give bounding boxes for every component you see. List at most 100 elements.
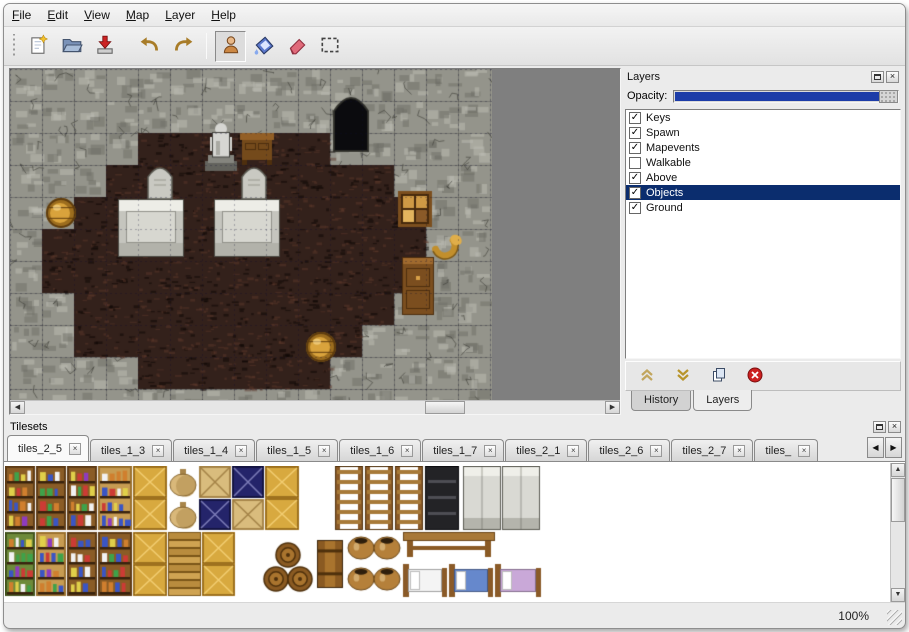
tileset-vscrollbar-thumb[interactable] bbox=[891, 478, 905, 522]
toolbar-grip[interactable] bbox=[12, 34, 16, 58]
float-icon bbox=[874, 74, 881, 80]
tileset-tab-tiles_1_4[interactable]: tiles_1_4× bbox=[173, 439, 255, 461]
tab-close-icon[interactable]: × bbox=[401, 445, 413, 457]
tileset-tab-label: tiles_1_6 bbox=[350, 445, 394, 457]
opacity-slider-handle[interactable] bbox=[879, 90, 898, 103]
tab-close-icon[interactable]: × bbox=[484, 445, 496, 457]
rect-select-tool-button[interactable] bbox=[314, 31, 345, 62]
layer-row-objects[interactable]: ✓Objects bbox=[626, 185, 900, 200]
layers-panel-float-button[interactable] bbox=[871, 71, 884, 83]
layer-row-walkable[interactable]: Walkable bbox=[626, 155, 900, 170]
scroll-right-arrow[interactable]: ▶ bbox=[605, 401, 620, 414]
layer-visibility-checkbox[interactable]: ✓ bbox=[629, 142, 641, 154]
map-canvas[interactable] bbox=[10, 69, 492, 401]
undo-button[interactable] bbox=[134, 31, 165, 62]
app-window: File Edit View Map Layer Help bbox=[3, 3, 906, 629]
tab-close-icon[interactable]: × bbox=[650, 445, 662, 457]
scroll-down-arrow[interactable]: ▼ bbox=[891, 588, 905, 602]
menu-file[interactable]: File bbox=[12, 8, 31, 22]
tileset-vscrollbar[interactable]: ▲ ▼ bbox=[890, 463, 905, 602]
rect-select-tool-icon bbox=[319, 34, 341, 59]
tab-close-icon[interactable]: × bbox=[235, 445, 247, 457]
duplicate-layer-button[interactable] bbox=[708, 365, 730, 387]
eraser-tool-icon bbox=[286, 34, 308, 59]
layers-panel-close-button[interactable]: × bbox=[886, 71, 899, 83]
save-button[interactable] bbox=[89, 31, 120, 62]
panel-bottom-tabs: HistoryLayers bbox=[625, 391, 901, 415]
menu-view[interactable]: View bbox=[84, 8, 110, 22]
move-layer-down-button[interactable] bbox=[672, 365, 694, 387]
open-button[interactable] bbox=[56, 31, 87, 62]
tab-close-icon[interactable]: × bbox=[318, 445, 330, 457]
new-map-button[interactable] bbox=[23, 31, 54, 62]
tileset-tab-tiles[interactable]: tiles_× bbox=[754, 439, 818, 461]
statusbar: 100% bbox=[4, 602, 905, 628]
tab-scroll-arrows: ◀ ▶ bbox=[866, 437, 902, 458]
opacity-row: Opacity: bbox=[625, 85, 901, 107]
layer-row-above[interactable]: ✓Above bbox=[626, 170, 900, 185]
tab-close-icon[interactable]: × bbox=[567, 445, 579, 457]
layer-name: Spawn bbox=[646, 127, 680, 139]
layer-visibility-checkbox[interactable]: ✓ bbox=[629, 187, 641, 199]
menubar: File Edit View Map Layer Help bbox=[4, 4, 905, 27]
tileset-tab-label: tiles_2_1 bbox=[516, 445, 560, 457]
menu-map[interactable]: Map bbox=[126, 8, 149, 22]
tilesets-panel-float-button[interactable] bbox=[873, 421, 886, 433]
tileset-tab-tiles_1_6[interactable]: tiles_1_6 × bbox=[339, 439, 421, 461]
layer-visibility-checkbox[interactable]: ✓ bbox=[629, 112, 641, 124]
menu-help[interactable]: Help bbox=[211, 8, 236, 22]
map-hscrollbar[interactable]: ◀ ▶ bbox=[10, 400, 620, 414]
tileset-content: ▲ ▼ bbox=[4, 462, 905, 602]
tileset-tab-tiles_2_7[interactable]: tiles_2_7× bbox=[671, 439, 753, 461]
eraser-tool-button[interactable] bbox=[281, 31, 312, 62]
duplicate-layer-icon bbox=[710, 366, 728, 387]
layer-row-ground[interactable]: ✓Ground bbox=[626, 200, 900, 215]
tilesets-panel-header: Tilesets × bbox=[4, 418, 905, 435]
move-layer-up-button[interactable] bbox=[636, 365, 658, 387]
layer-visibility-checkbox[interactable]: ✓ bbox=[629, 172, 641, 184]
tileset-tab-label: tiles_1_7 bbox=[433, 445, 477, 457]
layer-visibility-checkbox[interactable] bbox=[629, 157, 641, 169]
tileset-tab-label: tiles_1_3 bbox=[101, 445, 145, 457]
tab-close-icon[interactable]: × bbox=[733, 445, 745, 457]
menu-layer[interactable]: Layer bbox=[165, 8, 195, 22]
opacity-slider[interactable] bbox=[673, 90, 899, 103]
layer-visibility-checkbox[interactable]: ✓ bbox=[629, 202, 641, 214]
tab-scroll-left-arrow[interactable]: ◀ bbox=[867, 437, 884, 458]
panel-tab-layers[interactable]: Layers bbox=[693, 390, 752, 411]
tileset-tab-tiles_1_3[interactable]: tiles_1_3 × bbox=[90, 439, 172, 461]
tab-close-icon[interactable]: × bbox=[152, 445, 164, 457]
map-hscrollbar-thumb[interactable] bbox=[425, 401, 465, 414]
layer-name: Mapevents bbox=[646, 142, 700, 154]
delete-layer-icon bbox=[746, 366, 764, 387]
tileset-tab-tiles_2_1[interactable]: tiles_2_1 × bbox=[505, 439, 587, 461]
tileset-tab-tiles_1_7[interactable]: tiles_1_7 × bbox=[422, 439, 504, 461]
layer-row-spawn[interactable]: ✓ Spawn bbox=[626, 125, 900, 140]
tileset-canvas[interactable] bbox=[5, 466, 542, 598]
scroll-up-arrow[interactable]: ▲ bbox=[891, 463, 905, 477]
tilesets-panel-close-button[interactable]: × bbox=[888, 421, 901, 433]
toolbar bbox=[4, 27, 905, 66]
tileset-tab-tiles_2_5[interactable]: tiles_2_5× bbox=[7, 435, 89, 461]
tileset-tab-tiles_2_6[interactable]: tiles_2_6× bbox=[588, 439, 670, 461]
layer-visibility-checkbox[interactable]: ✓ bbox=[629, 127, 641, 139]
scroll-left-arrow[interactable]: ◀ bbox=[10, 401, 25, 414]
layer-row-keys[interactable]: ✓ Keys bbox=[626, 110, 900, 125]
map-viewport: ◀ ▶ bbox=[9, 68, 621, 415]
layer-row-mapevents[interactable]: ✓ Mapevents bbox=[626, 140, 900, 155]
tilesets-panel: Tilesets × tiles_2_5×tiles_1_3×tiles_1_4… bbox=[4, 418, 905, 602]
fill-tool-button[interactable] bbox=[248, 31, 279, 62]
layer-name: Keys bbox=[646, 112, 670, 124]
object-stamp-tool-button[interactable] bbox=[215, 31, 246, 62]
menu-edit[interactable]: Edit bbox=[47, 8, 68, 22]
tileset-tabs: tiles_2_5×tiles_1_3×tiles_1_4×tiles_1_5×… bbox=[7, 434, 867, 461]
tileset-tab-tiles_1_5[interactable]: tiles_1_5× bbox=[256, 439, 338, 461]
delete-layer-button[interactable] bbox=[744, 365, 766, 387]
tab-close-icon[interactable]: × bbox=[69, 443, 81, 455]
panel-tab-history[interactable]: History bbox=[631, 391, 691, 411]
tab-scroll-right-arrow[interactable]: ▶ bbox=[885, 437, 902, 458]
tab-close-icon[interactable]: × bbox=[798, 445, 810, 457]
resize-grip[interactable] bbox=[887, 610, 902, 625]
redo-button[interactable] bbox=[167, 31, 198, 62]
layers-panel: Layers × Opacity: ✓ Keys ✓ Spawn ✓ MapeventsW… bbox=[625, 68, 901, 415]
